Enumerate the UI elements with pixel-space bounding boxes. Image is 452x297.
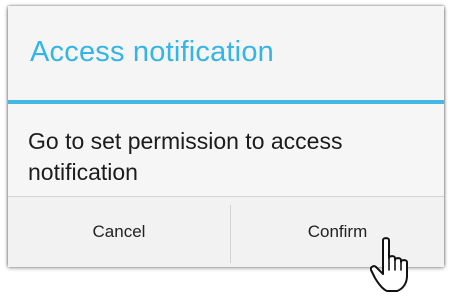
pointing-hand-icon bbox=[370, 237, 408, 292]
cancel-button[interactable]: Cancel bbox=[8, 197, 230, 267]
dialog-header: Access notification bbox=[8, 6, 444, 100]
dialog-title: Access notification bbox=[30, 36, 274, 68]
dialog-message: Go to set permission to access notificat… bbox=[28, 128, 343, 185]
dialog-body: Go to set permission to access notificat… bbox=[8, 104, 444, 196]
screen: Access notification Go to set permission… bbox=[0, 0, 452, 297]
permission-dialog: Access notification Go to set permission… bbox=[8, 6, 444, 267]
